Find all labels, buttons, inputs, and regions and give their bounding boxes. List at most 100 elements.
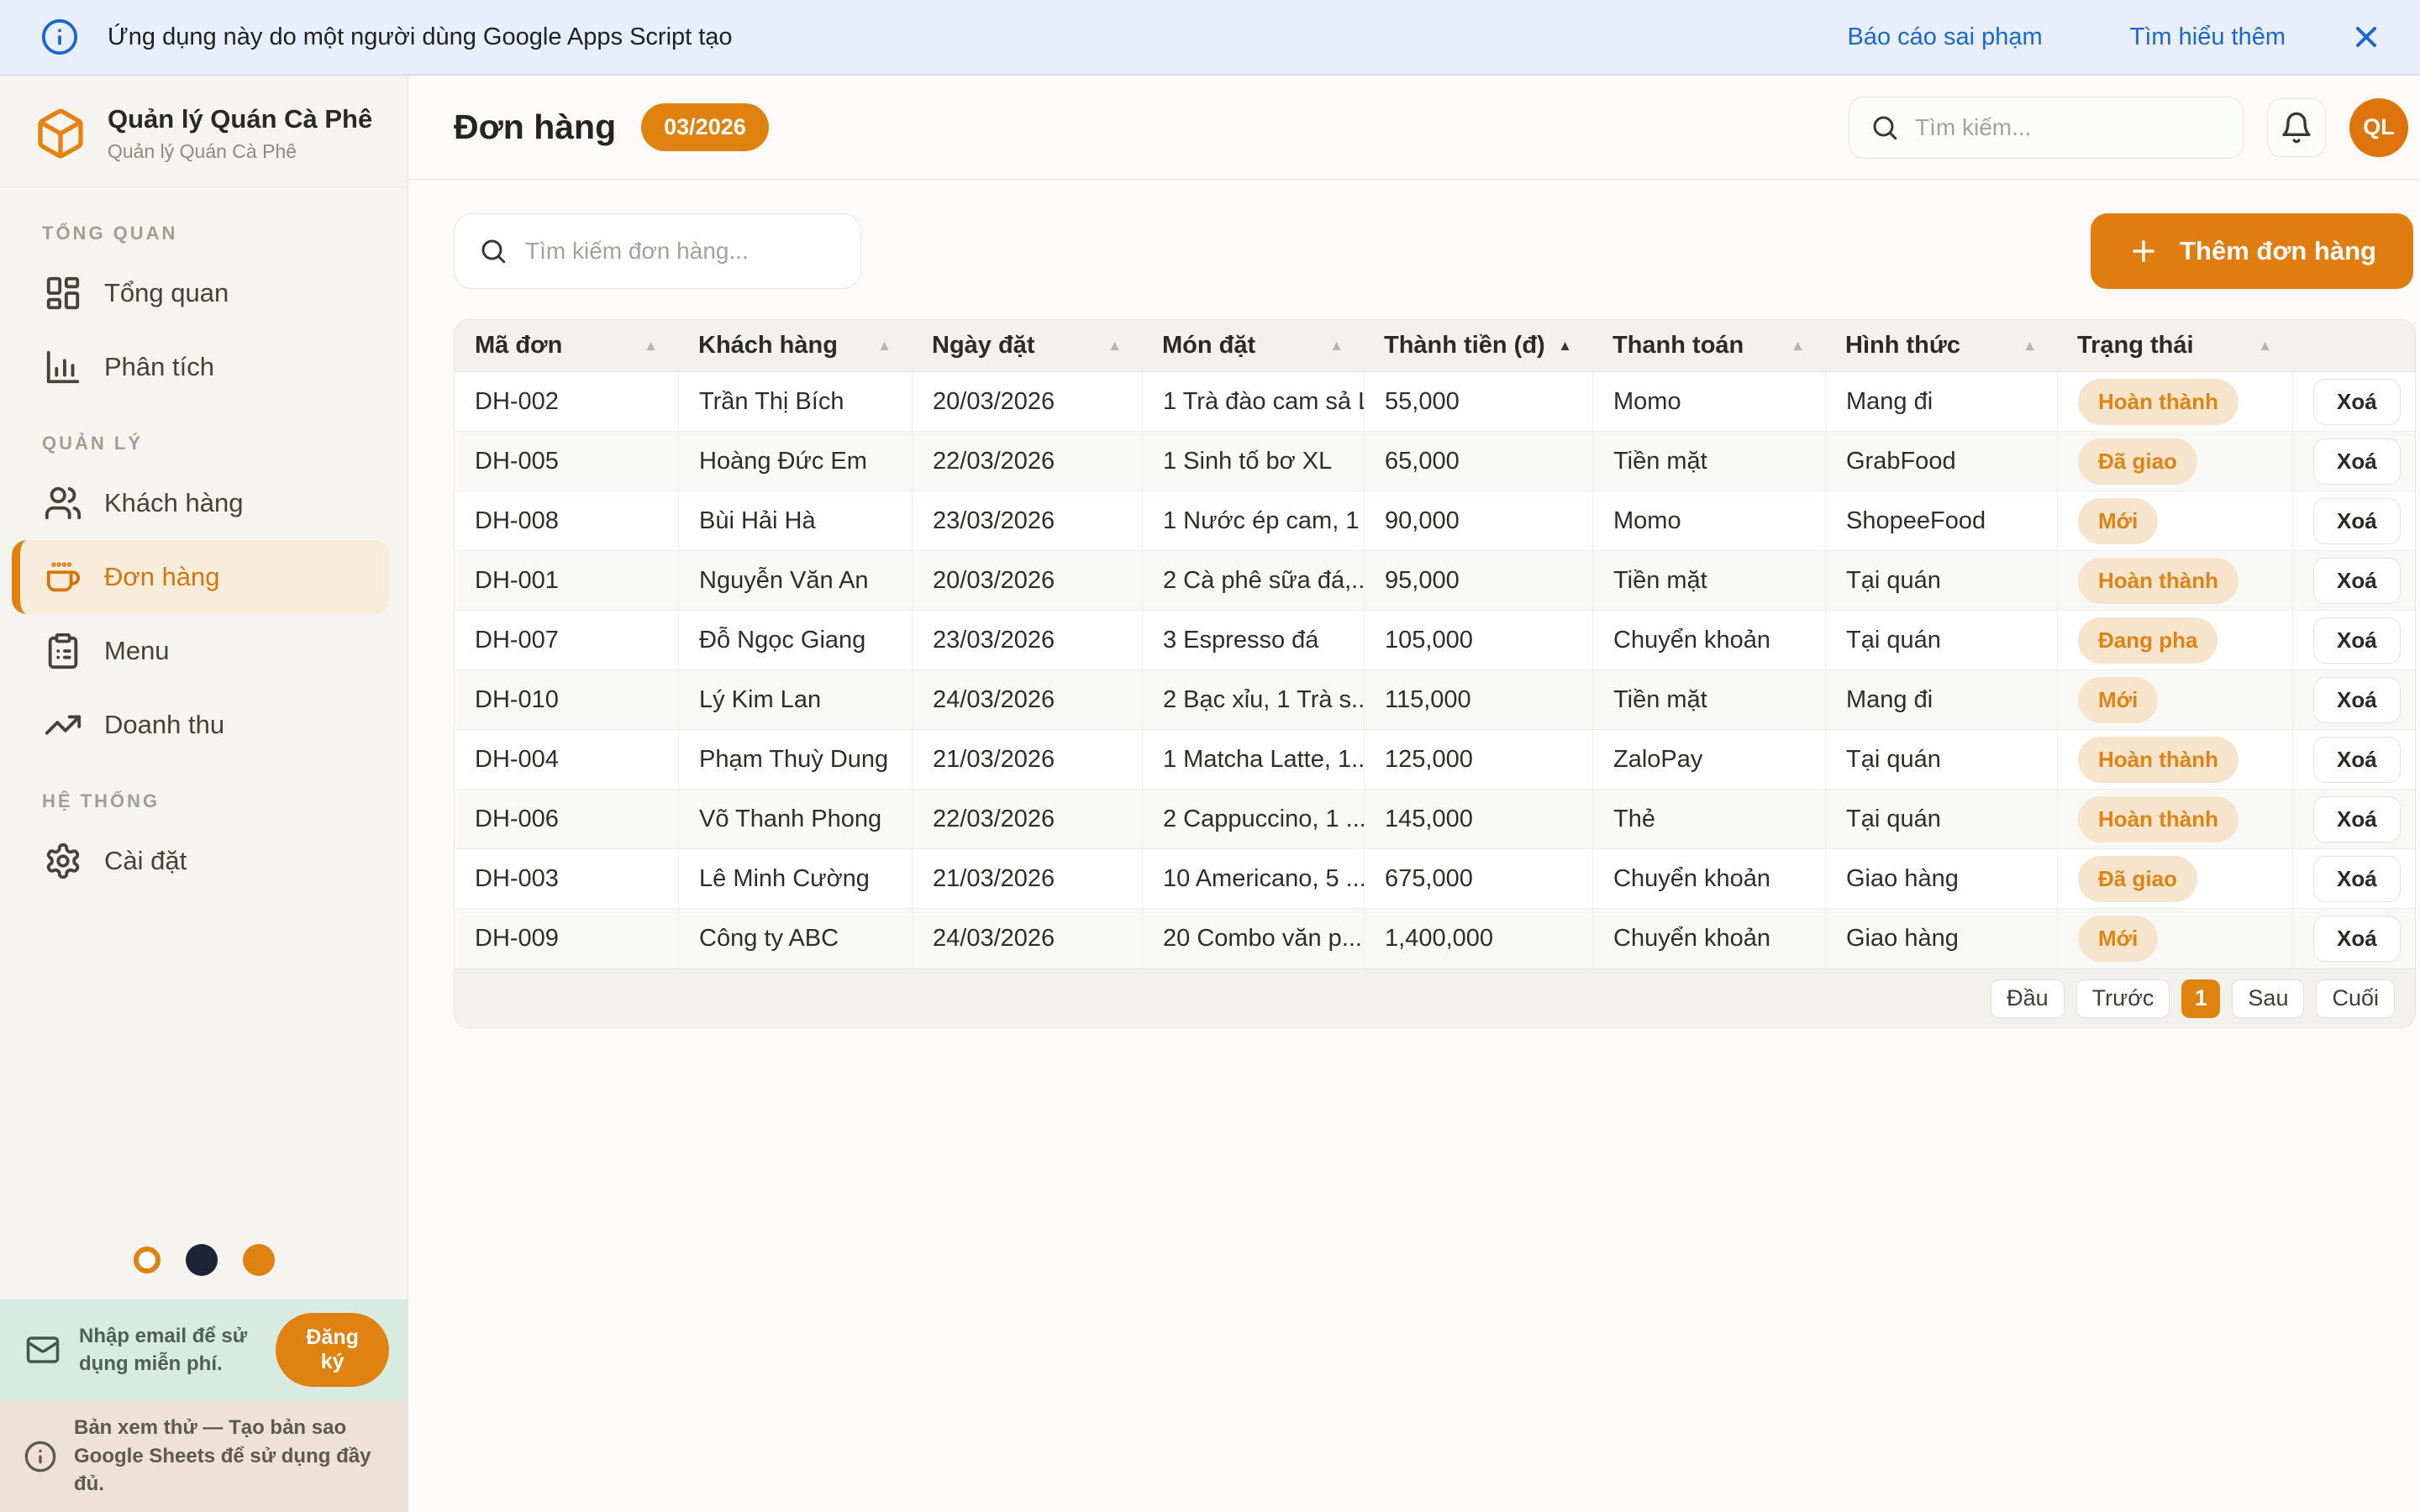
cell-items: 20 Combo văn p... [1142,909,1364,969]
cell-payment: Chuyển khoản [1592,611,1825,669]
global-search[interactable] [1849,97,2244,159]
table-row: DH-002Trần Thị Bích20/03/20261 Trà đào c… [455,372,2415,432]
cell-actions: Xoá [2292,372,2415,431]
delete-button[interactable]: Xoá [2313,796,2401,843]
table-footer: Đầu Trước 1 Sau Cuối [455,969,2415,1027]
order-search[interactable] [454,213,861,289]
orders-table: Mã đơn▲Khách hàng▲Ngày đặt▲Món đặt▲Thành… [454,319,2416,1028]
table-row: DH-010Lý Kim Lan24/03/20262 Bạc xỉu, 1 T… [455,670,2415,730]
column-header-2[interactable]: Ngày đặt ▲ [912,320,1142,371]
column-header-0[interactable]: Mã đơn▲ [455,320,678,371]
theme-dot-white[interactable] [134,1247,160,1273]
theme-dot-orange[interactable] [243,1244,275,1276]
sidebar-item-khach-hang[interactable]: Khách hàng [0,466,408,540]
search-icon [478,236,508,266]
sidebar-item-label: Menu [104,636,170,666]
gear-icon [44,842,82,880]
sidebar-item-label: Tổng quan [104,278,229,308]
cell-total: 115,000 [1364,670,1592,729]
signup-button[interactable]: Đăng ký [276,1313,389,1387]
cell-actions: Xoá [2292,611,2415,669]
delete-button[interactable]: Xoá [2313,856,2401,902]
delete-button[interactable]: Xoá [2313,438,2401,485]
cell-id: DH-009 [455,909,678,969]
mail-icon [25,1332,60,1368]
sort-arrow-icon: ▲ [1107,338,1122,354]
pagination-first[interactable]: Đầu [1991,979,2065,1018]
delete-button[interactable]: Xoá [2313,677,2401,723]
cell-payment: Thẻ [1592,790,1825,848]
delete-button[interactable]: Xoá [2313,737,2401,783]
cell-channel: Tại quán [1825,551,2057,610]
add-order-button[interactable]: Thêm đơn hàng [2091,213,2413,289]
column-header-3[interactable]: Món đặt▲ [1142,320,1364,371]
sidebar-item-tong-quan[interactable]: Tổng quan [0,256,408,330]
cell-status: Đã giao [2057,849,2292,908]
close-icon[interactable] [2349,20,2383,54]
column-header-7[interactable]: Trạng thái▲ [2057,320,2292,371]
theme-dot-navy[interactable] [186,1244,218,1276]
cell-customer: Công ty ABC [678,909,912,969]
avatar[interactable]: QL [2349,98,2408,157]
delete-button[interactable]: Xoá [2313,916,2401,962]
notifications-button[interactable] [2267,98,2326,157]
cell-customer: Bùi Hải Hà [678,491,912,550]
info-circle-icon [24,1440,57,1473]
cell-items: 1 Matcha Latte, 1... [1142,730,1364,789]
cell-id: DH-010 [455,670,678,729]
cell-customer: Võ Thanh Phong [678,790,912,848]
column-header-6[interactable]: Hình thức▲ [1825,320,2057,371]
sidebar-spacer [0,898,408,1244]
cell-payment: ZaloPay [1592,730,1825,789]
column-header-5[interactable]: Thanh toán ▲ [1592,320,1825,371]
pagination-prev[interactable]: Trước [2076,979,2170,1018]
global-search-input[interactable] [1915,114,2223,141]
column-label: Hình thức [1845,332,1960,360]
delete-button[interactable]: Xoá [2313,617,2401,664]
column-label: Thanh toán [1612,332,1744,360]
delete-button[interactable]: Xoá [2313,379,2401,425]
sidebar-item-label: Doanh thu [104,710,224,740]
sidebar-item-don-hang[interactable]: Đơn hàng [12,540,389,614]
cell-status: Mới [2057,491,2292,550]
cell-payment: Tiền mặt [1592,670,1825,729]
status-badge: Đang pha [2078,617,2217,664]
column-header-1[interactable]: Khách hàng▲ [678,320,912,371]
cell-actions: Xoá [2292,432,2415,491]
cell-items: 2 Cappuccino, 1 ... [1142,790,1364,848]
coffee-cup-icon [44,558,82,596]
cell-customer: Phạm Thuỳ Dung [678,730,912,789]
email-signup-banner: Nhập email để sử dụng miễn phí. Đăng ký [0,1299,408,1400]
sidebar-item-label: Đơn hàng [104,562,220,592]
sidebar-item-phan-tich[interactable]: Phân tích [0,330,408,404]
sidebar-item-doanh-thu[interactable]: Doanh thu [0,688,408,762]
pagination-last[interactable]: Cuối [2316,979,2395,1018]
order-search-input[interactable] [525,238,837,265]
cell-total: 675,000 [1364,849,1592,908]
pagination-current-page[interactable]: 1 [2181,979,2220,1018]
pagination-next[interactable]: Sau [2232,979,2304,1018]
table-row: DH-004Phạm Thuỳ Dung21/03/20261 Matcha L… [455,730,2415,790]
delete-button[interactable]: Xoá [2313,498,2401,544]
bell-icon [2280,111,2313,144]
delete-button[interactable]: Xoá [2313,558,2401,604]
status-badge: Hoàn thành [2078,737,2238,783]
sidebar-item-menu[interactable]: Menu [0,614,408,688]
cell-items: 1 Trà đào cam sả L [1142,372,1364,431]
sidebar-item-cai-dat[interactable]: Cài đặt [0,824,408,898]
brand: Quản lý Quán Cà Phê Quản lý Quán Cà Phê [0,76,408,187]
cell-date: 20/03/2026 [912,551,1142,610]
status-badge: Mới [2078,677,2158,723]
banner-text: Ứng dụng này do một người dùng Google Ap… [108,24,733,51]
table-header-row: Mã đơn▲Khách hàng▲Ngày đặt▲Món đặt▲Thành… [455,320,2415,372]
table-row: DH-005Hoàng Đức Em22/03/20261 Sinh tố bơ… [455,432,2415,491]
sort-arrow-icon: ▲ [1791,338,1805,354]
learn-more-link[interactable]: Tìm hiểu thêm [2130,24,2286,51]
column-label: Khách hàng [698,332,838,360]
cell-customer: Lê Minh Cường [678,849,912,908]
cell-channel: Mang đi [1825,372,2057,431]
column-header-4[interactable]: Thành tiền (đ)▲ [1364,320,1592,371]
column-label: Ngày đặt [932,332,1034,360]
report-abuse-link[interactable]: Báo cáo sai phạm [1848,24,2043,51]
sidebar-nav: TỔNG QUAN Tổng quan Phân tích QUẢN LÝ Kh… [0,187,408,898]
